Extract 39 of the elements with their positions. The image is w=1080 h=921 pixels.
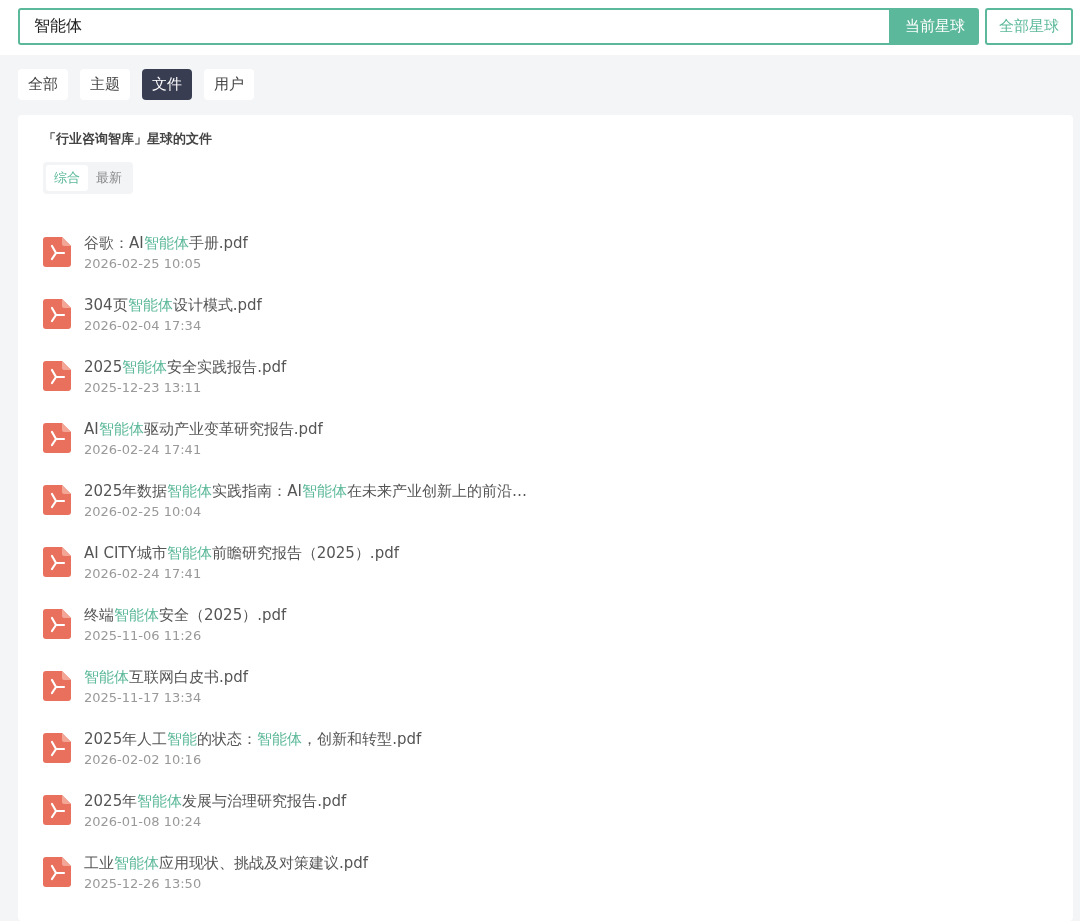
file-name-link[interactable]: AI智能体驱动产业变革研究报告.pdf xyxy=(84,419,323,439)
file-name-link[interactable]: AI CITY城市智能体前瞻研究报告（2025）.pdf xyxy=(84,543,399,563)
pdf-file-icon xyxy=(43,733,71,763)
file-name-link[interactable]: 智能体互联网白皮书.pdf xyxy=(84,667,249,687)
file-date: 2026-02-24 17:41 xyxy=(84,441,203,457)
pdf-file-icon xyxy=(43,857,71,887)
pdf-file-icon xyxy=(43,361,71,391)
pdf-file-icon xyxy=(43,547,71,577)
pdf-file-icon xyxy=(43,423,71,453)
file-date: 2026-02-02 10:16 xyxy=(84,751,203,767)
file-date: 2025-11-17 13:34 xyxy=(84,689,203,705)
file-date: 2025-12-26 13:50 xyxy=(84,875,203,891)
file-date: 2026-02-25 10:05 xyxy=(84,255,203,271)
file-name-link[interactable]: 工业智能体应用现状、挑战及对策建议.pdf xyxy=(84,853,369,873)
tab[interactable]: 全部 xyxy=(18,69,68,100)
tab[interactable]: 用户 xyxy=(204,69,254,100)
pdf-file-icon xyxy=(43,299,71,329)
pdf-file-icon xyxy=(43,795,71,825)
tab[interactable]: 文件 xyxy=(142,69,192,100)
file-name-link[interactable]: 2025智能体安全实践报告.pdf xyxy=(84,357,287,377)
file-name-link[interactable]: 2025年智能体发展与治理研究报告.pdf xyxy=(84,791,347,811)
file-date: 2025-11-06 11:26 xyxy=(84,627,203,643)
file-name-link[interactable]: 2025年人工智能的状态：智能体，创新和转型.pdf xyxy=(84,729,422,749)
file-name-link[interactable]: 304页智能体设计模式.pdf xyxy=(84,295,262,315)
pdf-file-icon xyxy=(43,671,71,701)
pdf-file-icon xyxy=(43,237,71,267)
pdf-file-icon xyxy=(43,609,71,639)
file-date: 2026-02-24 17:41 xyxy=(84,565,203,581)
tab[interactable]: 主题 xyxy=(80,69,130,100)
panel-title: 「行业咨询智库」星球的文件 xyxy=(43,131,213,148)
file-date: 2026-01-08 10:24 xyxy=(84,813,203,829)
file-date: 2026-02-04 17:34 xyxy=(84,317,203,333)
file-name-link[interactable]: 谷歌：AI智能体手册.pdf xyxy=(84,233,248,253)
pdf-file-icon xyxy=(43,485,71,515)
file-date: 2026-02-25 10:04 xyxy=(84,503,203,519)
search-field[interactable]: 智能体 xyxy=(18,8,891,45)
file-name-link[interactable]: 终端智能体安全（2025）.pdf xyxy=(84,605,287,625)
file-date: 2025-12-23 13:11 xyxy=(84,379,203,395)
file-name-link[interactable]: 2025年数据智能体实践指南：AI智能体在未来产业创新上的前沿… xyxy=(84,481,527,501)
